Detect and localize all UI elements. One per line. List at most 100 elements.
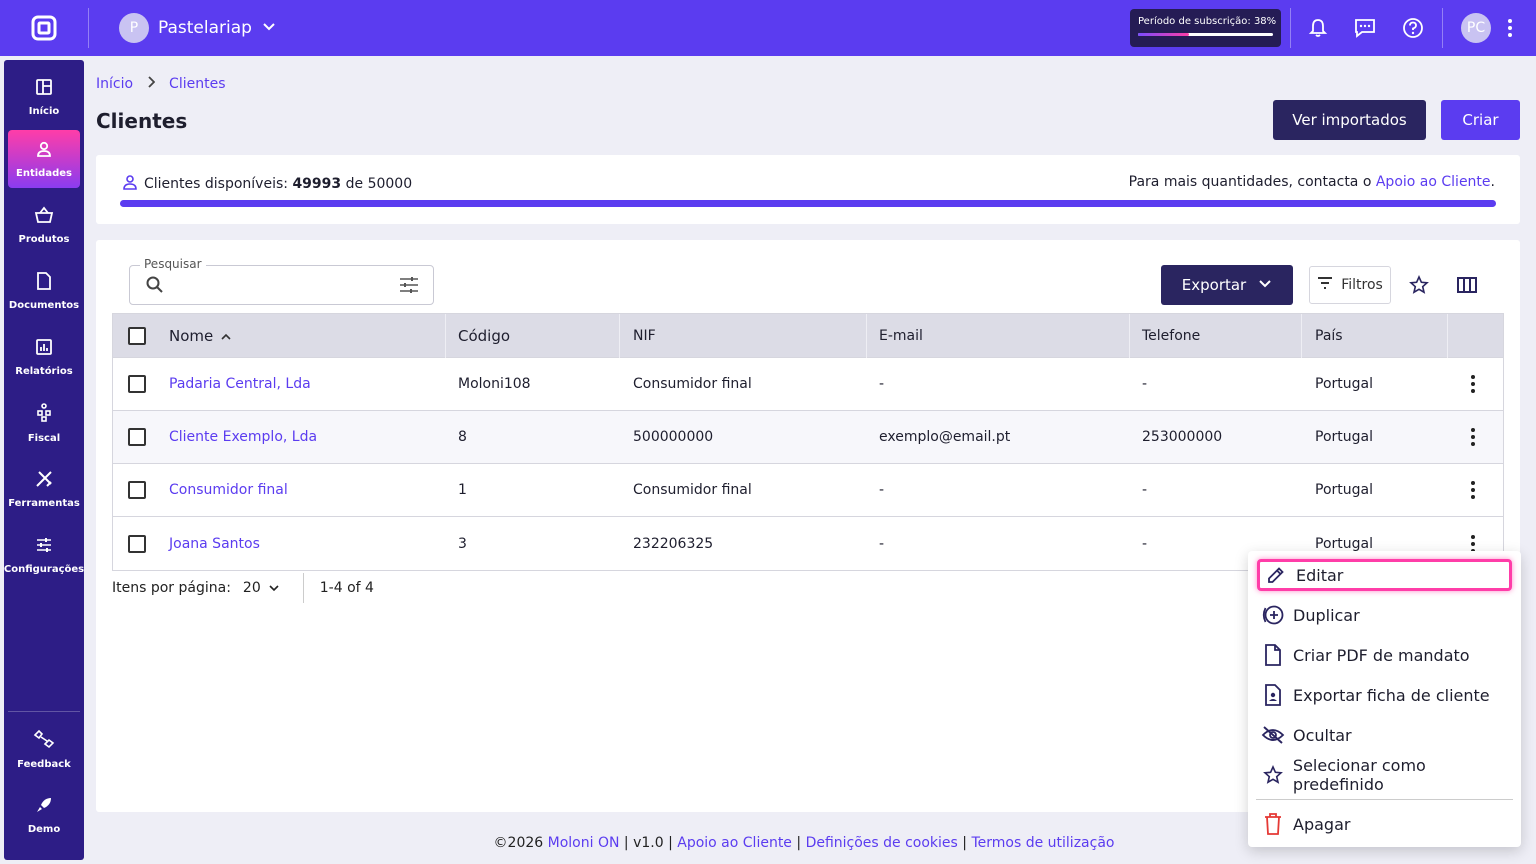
row-actions-icon[interactable] bbox=[1471, 464, 1475, 516]
row-checkbox[interactable] bbox=[128, 411, 146, 463]
person-icon bbox=[35, 140, 53, 162]
sidebar-item-relatorios[interactable]: Relatórios bbox=[8, 328, 80, 386]
pencil-icon bbox=[1264, 563, 1288, 587]
menu-item-mandate-pdf[interactable]: Criar PDF de mandato bbox=[1248, 635, 1521, 675]
breadcrumb-home[interactable]: Início bbox=[96, 76, 133, 92]
moloni-logo[interactable] bbox=[0, 0, 88, 56]
client-email: exemplo@email.pt bbox=[879, 429, 1011, 445]
sidebar-item-configuracoes[interactable]: Configurações bbox=[4, 526, 84, 584]
sidebar-item-label: Documentos bbox=[8, 299, 80, 311]
client-name-link[interactable]: Padaria Central, Lda bbox=[169, 358, 311, 410]
client-phone: - bbox=[1142, 376, 1148, 392]
basket-icon bbox=[34, 206, 54, 228]
top-bar: P Pastelariap Período de subscrição: 38%… bbox=[0, 0, 1536, 56]
row-checkbox[interactable] bbox=[128, 517, 146, 570]
chart-icon bbox=[35, 338, 53, 360]
table-row[interactable]: Cliente Exemplo, Lda 8 500000000 exemplo… bbox=[113, 411, 1503, 464]
search-field[interactable]: Pesquisar bbox=[129, 257, 434, 305]
dashboard-icon bbox=[35, 78, 53, 100]
client-code: Moloni108 bbox=[458, 376, 531, 392]
filters-button[interactable]: Filtros bbox=[1309, 266, 1391, 304]
sidebar-item-feedback[interactable]: Feedback bbox=[8, 720, 80, 778]
sliders-icon bbox=[35, 536, 53, 558]
menu-item-duplicate[interactable]: Duplicar bbox=[1248, 595, 1521, 635]
sidebar-item-documentos[interactable]: Documentos bbox=[8, 262, 80, 320]
sidebar-item-produtos[interactable]: Produtos bbox=[8, 196, 80, 254]
row-actions-icon[interactable] bbox=[1471, 411, 1475, 463]
bell-icon[interactable] bbox=[1304, 14, 1332, 42]
terms-link[interactable]: Termos de utilização bbox=[971, 835, 1114, 851]
column-divider bbox=[1301, 314, 1302, 358]
chevron-down-icon bbox=[1258, 276, 1272, 294]
sidebar-item-ferramentas[interactable]: Ferramentas bbox=[8, 460, 80, 518]
sidebar-item-fiscal[interactable]: Fiscal bbox=[8, 394, 80, 452]
export-button[interactable]: Exportar bbox=[1161, 265, 1293, 305]
file-icon bbox=[1261, 643, 1285, 667]
client-code: 8 bbox=[458, 429, 467, 445]
support-link[interactable]: Apoio ao Cliente bbox=[1376, 174, 1491, 190]
menu-item-set-default[interactable]: Selecionar como predefinido bbox=[1248, 755, 1521, 795]
table-row[interactable]: Padaria Central, Lda Moloni108 Consumido… bbox=[113, 358, 1503, 411]
column-label: Nome bbox=[169, 326, 214, 345]
brand-link[interactable]: Moloni ON bbox=[548, 835, 620, 851]
search-options-icon[interactable] bbox=[399, 276, 419, 298]
sidebar-item-entidades[interactable]: Entidades bbox=[8, 130, 80, 188]
cookies-link[interactable]: Definições de cookies bbox=[806, 835, 958, 851]
column-header-email[interactable]: E-mail bbox=[879, 314, 923, 357]
menu-item-hide[interactable]: Ocultar bbox=[1248, 715, 1521, 755]
menu-item-label: Duplicar bbox=[1293, 605, 1360, 625]
row-checkbox[interactable] bbox=[128, 358, 146, 410]
client-country: Portugal bbox=[1315, 429, 1373, 445]
star-icon[interactable] bbox=[1407, 273, 1431, 297]
column-header-codigo[interactable]: Código bbox=[458, 314, 510, 357]
row-actions-icon[interactable] bbox=[1471, 358, 1475, 410]
column-header-nome[interactable]: Nome bbox=[169, 314, 231, 357]
client-name-link[interactable]: Cliente Exemplo, Lda bbox=[169, 411, 317, 463]
column-header-nif[interactable]: NIF bbox=[633, 314, 656, 357]
table-row[interactable]: Consumidor final 1 Consumidor final - - … bbox=[113, 464, 1503, 517]
company-avatar: P bbox=[119, 13, 149, 43]
items-per-page-select[interactable]: 20 bbox=[243, 580, 279, 596]
subscription-period[interactable]: Período de subscrição: 38% bbox=[1130, 9, 1281, 47]
table-header: Nome Código NIF E-mail Telefone País bbox=[113, 314, 1503, 358]
user-avatar[interactable]: PC bbox=[1461, 13, 1491, 43]
company-selector[interactable]: P Pastelariap bbox=[119, 13, 276, 43]
create-button[interactable]: Criar bbox=[1441, 100, 1520, 140]
menu-item-export-client-file[interactable]: Exportar ficha de cliente bbox=[1248, 675, 1521, 715]
client-nif: Consumidor final bbox=[633, 482, 752, 498]
menu-item-delete[interactable]: Apagar bbox=[1248, 804, 1521, 844]
availability-progress-fill bbox=[120, 200, 1496, 207]
contact-file-icon bbox=[1261, 683, 1285, 707]
client-nif: 500000000 bbox=[633, 429, 714, 445]
sidebar: Início Entidades Produtos Documentos Rel… bbox=[4, 60, 84, 860]
menu-item-edit[interactable]: Editar bbox=[1257, 559, 1512, 591]
support-link[interactable]: Apoio ao Cliente bbox=[677, 835, 792, 851]
column-header-telefone[interactable]: Telefone bbox=[1142, 314, 1200, 357]
client-name-link[interactable]: Consumidor final bbox=[169, 464, 288, 516]
document-icon bbox=[36, 271, 52, 294]
availability-info: Clientes disponíveis: 49993 de 50000 bbox=[122, 174, 412, 194]
menu-divider bbox=[1256, 799, 1513, 800]
trash-icon bbox=[1261, 812, 1285, 836]
columns-icon[interactable] bbox=[1455, 273, 1479, 297]
sidebar-item-label: Ferramentas bbox=[8, 497, 80, 509]
help-icon[interactable] bbox=[1399, 14, 1427, 42]
more-vert-icon[interactable] bbox=[1496, 14, 1524, 42]
client-phone: - bbox=[1142, 535, 1148, 552]
view-imported-button[interactable]: Ver importados bbox=[1273, 100, 1426, 140]
chat-icon[interactable] bbox=[1351, 14, 1379, 42]
availability-of: de bbox=[345, 176, 364, 192]
items-per-page-label: Itens por página: bbox=[112, 580, 231, 596]
availability-total: 50000 bbox=[367, 176, 413, 192]
client-phone: - bbox=[1142, 482, 1148, 498]
client-name-link[interactable]: Joana Santos bbox=[169, 517, 260, 570]
availability-count: 49993 bbox=[292, 176, 342, 192]
client-country: Portugal bbox=[1315, 376, 1373, 392]
sidebar-item-inicio[interactable]: Início bbox=[8, 68, 80, 126]
person-icon bbox=[122, 174, 138, 194]
breadcrumb-current[interactable]: Clientes bbox=[169, 76, 225, 92]
row-checkbox[interactable] bbox=[128, 464, 146, 516]
column-header-pais[interactable]: País bbox=[1315, 314, 1343, 357]
footer-separator: | bbox=[796, 835, 802, 851]
select-all-checkbox[interactable] bbox=[128, 314, 146, 357]
